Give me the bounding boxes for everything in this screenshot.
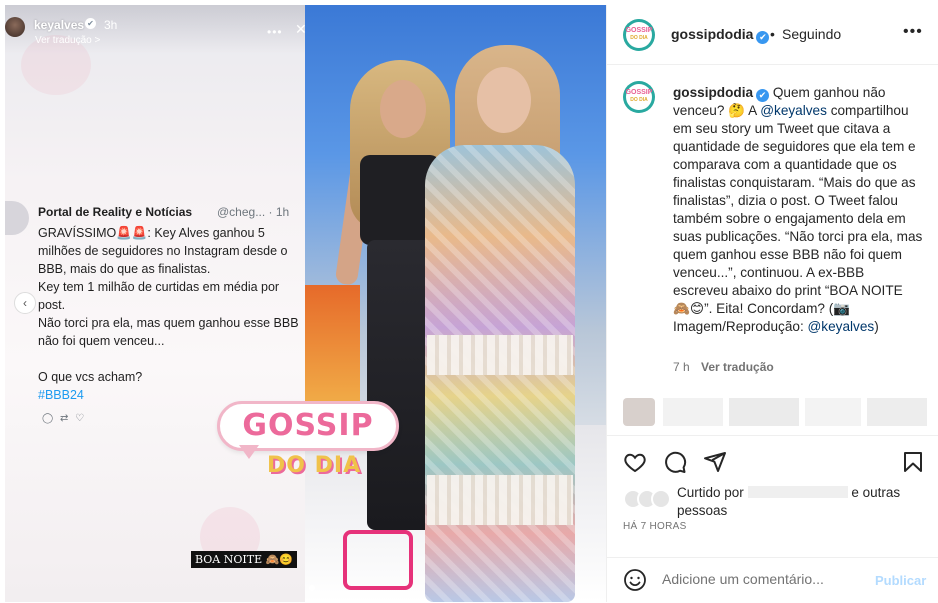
liked-prefix: Curtido por: [677, 485, 744, 500]
carousel-dot: [309, 585, 315, 591]
logo-text-top: GOSSIP: [242, 408, 374, 443]
photo-dress-lace: [427, 335, 573, 375]
photo-person-left-shoes: [343, 530, 413, 590]
story-avatar: [5, 17, 25, 37]
more-icon[interactable]: •••: [903, 23, 923, 41]
following-button[interactable]: Seguindo: [782, 26, 841, 42]
photo-background-panel: [305, 285, 360, 415]
header-username[interactable]: gossipdodia ✔: [671, 26, 770, 44]
tweet-actions-icons: ◯ ⇄ ♡: [42, 413, 87, 424]
liked-user-blurred: [747, 486, 848, 498]
chevron-left-icon[interactable]: ‹: [14, 292, 36, 314]
verified-icon: ✔: [756, 89, 770, 102]
logo-text-bottom: DO DIA: [267, 453, 362, 478]
header-username-text[interactable]: gossipdodia: [671, 26, 753, 42]
caption-text: compartilhou em seu story um Tweet que c…: [673, 103, 923, 334]
tweet-text: GRAVÍSSIMO🚨🚨: Key Alves ganhou 5 milhões…: [38, 224, 308, 404]
post-photo: [305, 5, 606, 602]
caption-time[interactable]: 7 h: [673, 360, 690, 374]
photo-person-right-face: [477, 67, 531, 133]
publish-button[interactable]: Publicar: [875, 573, 926, 588]
photo-dress-lace: [427, 475, 573, 525]
tweet-body-text: GRAVÍSSIMO🚨🚨: Key Alves ganhou 5 milhões…: [38, 226, 299, 384]
comment-icon[interactable]: [663, 450, 687, 474]
verified-icon: ✔: [756, 31, 770, 44]
story-caption: BOA NOITE 🙈😊: [191, 551, 297, 568]
story-time: 3h: [104, 18, 118, 32]
story-screenshot: keyalves ✔ 3h Ver tradução > ••• ✕ Porta…: [5, 5, 308, 602]
avatar-text: DO DIA: [630, 35, 648, 41]
tweet-avatar: [5, 201, 29, 235]
comment-input[interactable]: [662, 571, 862, 587]
translate-link[interactable]: Ver tradução: [701, 360, 774, 374]
share-icon[interactable]: [703, 450, 727, 474]
heart-icon[interactable]: [623, 450, 647, 474]
comment-bar: Publicar: [607, 557, 938, 602]
photo-person-left-face: [380, 80, 426, 138]
verified-icon: ✔: [85, 18, 96, 29]
comment-preview-blurred: [623, 398, 938, 426]
avatar-text: GOSSIP: [625, 27, 653, 34]
bookmark-icon[interactable]: [901, 450, 925, 474]
post-header: GOSSIP DO DIA gossipdodia ✔ • Seguindo ••…: [607, 5, 938, 65]
post-date[interactable]: HÁ 7 HORAS: [623, 521, 687, 532]
caption-avatar[interactable]: GOSSIP DO DIA: [623, 81, 655, 113]
avatar-text: GOSSIP: [625, 89, 653, 96]
gossip-do-dia-logo: GOSSIP DO DIA: [217, 401, 399, 481]
mention-link[interactable]: @keyalves: [808, 319, 875, 334]
post-caption: gossipdodia ✔ Quem ganhou não venceu? 🤔 A…: [673, 84, 923, 336]
logo-bubble-tail: [239, 445, 259, 459]
liked-by-avatars: [623, 489, 675, 509]
action-bar: [607, 435, 938, 485]
caption-username[interactable]: gossipdodia: [673, 85, 753, 100]
liked-by-text[interactable]: Curtido por e outras pessoas: [677, 484, 927, 520]
tweet-author: Portal de Reality e Notícias: [38, 205, 193, 219]
tweet-hashtag: #BBB24: [38, 388, 84, 402]
caption-text: ): [874, 319, 879, 334]
more-icon: •••: [267, 25, 283, 39]
post-side-panel: GOSSIP DO DIA gossipdodia ✔ • Seguindo ••…: [606, 5, 938, 602]
mention-link[interactable]: @keyalves: [760, 103, 827, 118]
tweet-handle: @cheg... · 1h: [217, 205, 290, 219]
avatar[interactable]: GOSSIP DO DIA: [623, 19, 655, 51]
header-separator: •: [770, 26, 775, 42]
post-media[interactable]: keyalves ✔ 3h Ver tradução > ••• ✕ Porta…: [5, 5, 606, 602]
story-translate: Ver tradução >: [35, 35, 101, 46]
emoji-icon[interactable]: [623, 568, 647, 592]
avatar-text: DO DIA: [630, 97, 648, 103]
story-username: keyalves: [34, 18, 85, 32]
